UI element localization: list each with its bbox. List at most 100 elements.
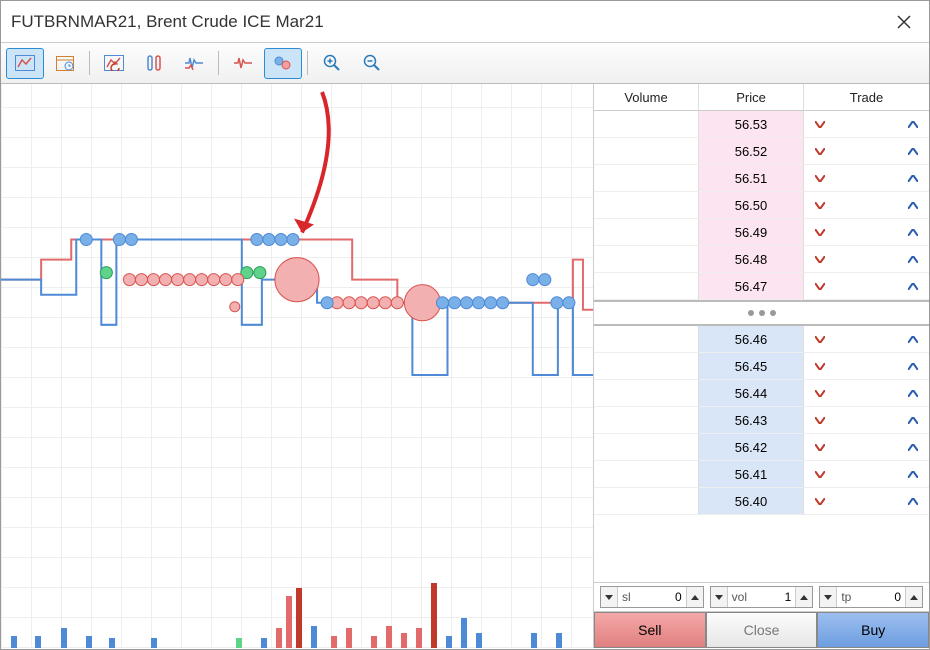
sell-at-price-button[interactable]	[812, 439, 828, 455]
dom-volume-cell	[594, 219, 699, 246]
zoom-out-icon	[363, 54, 381, 72]
dom-row-ask[interactable]: 56.53	[594, 111, 929, 138]
vol-increment[interactable]	[795, 587, 812, 607]
buy-at-price-button[interactable]	[905, 251, 921, 267]
vol-spinner[interactable]: vol1	[710, 586, 814, 608]
dom-trade-cell	[804, 192, 929, 219]
dom-row-bid[interactable]: 56.41	[594, 461, 929, 488]
buy-at-price-button[interactable]	[905, 116, 921, 132]
dom-trade-cell	[804, 407, 929, 434]
dom-row-bid[interactable]: 56.46	[594, 326, 929, 353]
sell-at-price-button[interactable]	[812, 493, 828, 509]
toolbar-columns-button[interactable]	[135, 48, 173, 79]
sell-at-price-button[interactable]	[812, 278, 828, 294]
dom-row-ask[interactable]: 56.47	[594, 273, 929, 300]
sl-increment[interactable]	[686, 587, 703, 607]
dom-price-cell: 56.48	[699, 246, 804, 273]
dom-trade-cell	[804, 380, 929, 407]
sl-decrement[interactable]	[601, 587, 618, 607]
sell-at-price-button[interactable]	[812, 170, 828, 186]
sell-at-price-button[interactable]	[812, 331, 828, 347]
dom-row-bid[interactable]: 56.40	[594, 488, 929, 515]
vol-value: 1	[785, 590, 792, 604]
buy-at-price-button[interactable]	[905, 412, 921, 428]
dom-price-cell: 56.45	[699, 353, 804, 380]
buy-at-price-button[interactable]	[905, 278, 921, 294]
buy-at-price-button[interactable]	[905, 143, 921, 159]
tp-spinner[interactable]: tp0	[819, 586, 923, 608]
window-title: FUTBRNMAR21, Brent Crude ICE Mar21	[11, 12, 324, 32]
chart-reset-icon	[104, 55, 124, 71]
dom-price-cell: 56.47	[699, 273, 804, 300]
toolbar-bubbles-button[interactable]	[264, 48, 302, 79]
dom-price-cell: 56.40	[699, 488, 804, 515]
tick-chart	[1, 84, 593, 581]
sell-at-price-button[interactable]	[812, 116, 828, 132]
order-spinners: sl0 vol1 tp0	[594, 582, 929, 612]
buy-at-price-button[interactable]	[905, 439, 921, 455]
buy-at-price-button[interactable]	[905, 385, 921, 401]
close-button[interactable]	[889, 7, 919, 37]
dom-row-ask[interactable]: 56.51	[594, 165, 929, 192]
toolbar-pulse-down-button[interactable]	[175, 48, 213, 79]
dot-icon	[748, 310, 754, 316]
tp-decrement[interactable]	[820, 587, 837, 607]
action-buttons: Sell Close Buy	[594, 612, 929, 648]
toolbar-chart-reset-button[interactable]	[95, 48, 133, 79]
dom-spread-gap[interactable]	[594, 300, 929, 326]
dom-row-ask[interactable]: 56.52	[594, 138, 929, 165]
calendar-icon	[56, 55, 74, 71]
buy-at-price-button[interactable]	[905, 224, 921, 240]
sell-at-price-button[interactable]	[812, 224, 828, 240]
dom-panel: Volume Price Trade 56.5356.5256.5156.505…	[594, 84, 929, 648]
buy-at-price-button[interactable]	[905, 331, 921, 347]
sell-at-price-button[interactable]	[812, 251, 828, 267]
sell-button[interactable]: Sell	[594, 612, 706, 648]
buy-at-price-button[interactable]	[905, 493, 921, 509]
dom-trade-cell	[804, 138, 929, 165]
dot-icon	[759, 310, 765, 316]
toolbar-zoom-out-button[interactable]	[353, 48, 391, 79]
dom-row-bid[interactable]: 56.42	[594, 434, 929, 461]
buy-button[interactable]: Buy	[817, 612, 929, 648]
columns-icon	[146, 55, 162, 71]
sl-spinner[interactable]: sl0	[600, 586, 704, 608]
dom-row-ask[interactable]: 56.50	[594, 192, 929, 219]
sell-at-price-button[interactable]	[812, 358, 828, 374]
close-position-button[interactable]: Close	[706, 612, 818, 648]
chart-area[interactable]	[1, 84, 594, 648]
dom-row-bid[interactable]: 56.44	[594, 380, 929, 407]
bubbles-icon	[273, 56, 293, 70]
toolbar-pulse-button[interactable]	[224, 48, 262, 79]
tp-increment[interactable]	[905, 587, 922, 607]
dom-price-cell: 56.50	[699, 192, 804, 219]
sl-label: sl	[622, 590, 631, 604]
sell-at-price-button[interactable]	[812, 412, 828, 428]
dom-trade-cell	[804, 434, 929, 461]
sell-at-price-button[interactable]	[812, 197, 828, 213]
sell-at-price-button[interactable]	[812, 385, 828, 401]
dom-volume-cell	[594, 138, 699, 165]
dom-price-cell: 56.43	[699, 407, 804, 434]
dom-volume-cell	[594, 407, 699, 434]
toolbar-chart-button[interactable]	[6, 48, 44, 79]
buy-at-price-button[interactable]	[905, 170, 921, 186]
dom-row-ask[interactable]: 56.48	[594, 246, 929, 273]
zoom-in-icon	[323, 54, 341, 72]
tp-value: 0	[894, 590, 901, 604]
toolbar-calendar-button[interactable]	[46, 48, 84, 79]
dom-volume-cell	[594, 326, 699, 353]
vol-decrement[interactable]	[711, 587, 728, 607]
dom-price-cell: 56.51	[699, 165, 804, 192]
sell-at-price-button[interactable]	[812, 143, 828, 159]
chart-line-icon	[15, 55, 35, 71]
dom-volume-cell	[594, 246, 699, 273]
toolbar-zoom-in-button[interactable]	[313, 48, 351, 79]
dom-row-ask[interactable]: 56.49	[594, 219, 929, 246]
dom-row-bid[interactable]: 56.43	[594, 407, 929, 434]
buy-at-price-button[interactable]	[905, 466, 921, 482]
buy-at-price-button[interactable]	[905, 197, 921, 213]
dom-row-bid[interactable]: 56.45	[594, 353, 929, 380]
buy-at-price-button[interactable]	[905, 358, 921, 374]
sell-at-price-button[interactable]	[812, 466, 828, 482]
